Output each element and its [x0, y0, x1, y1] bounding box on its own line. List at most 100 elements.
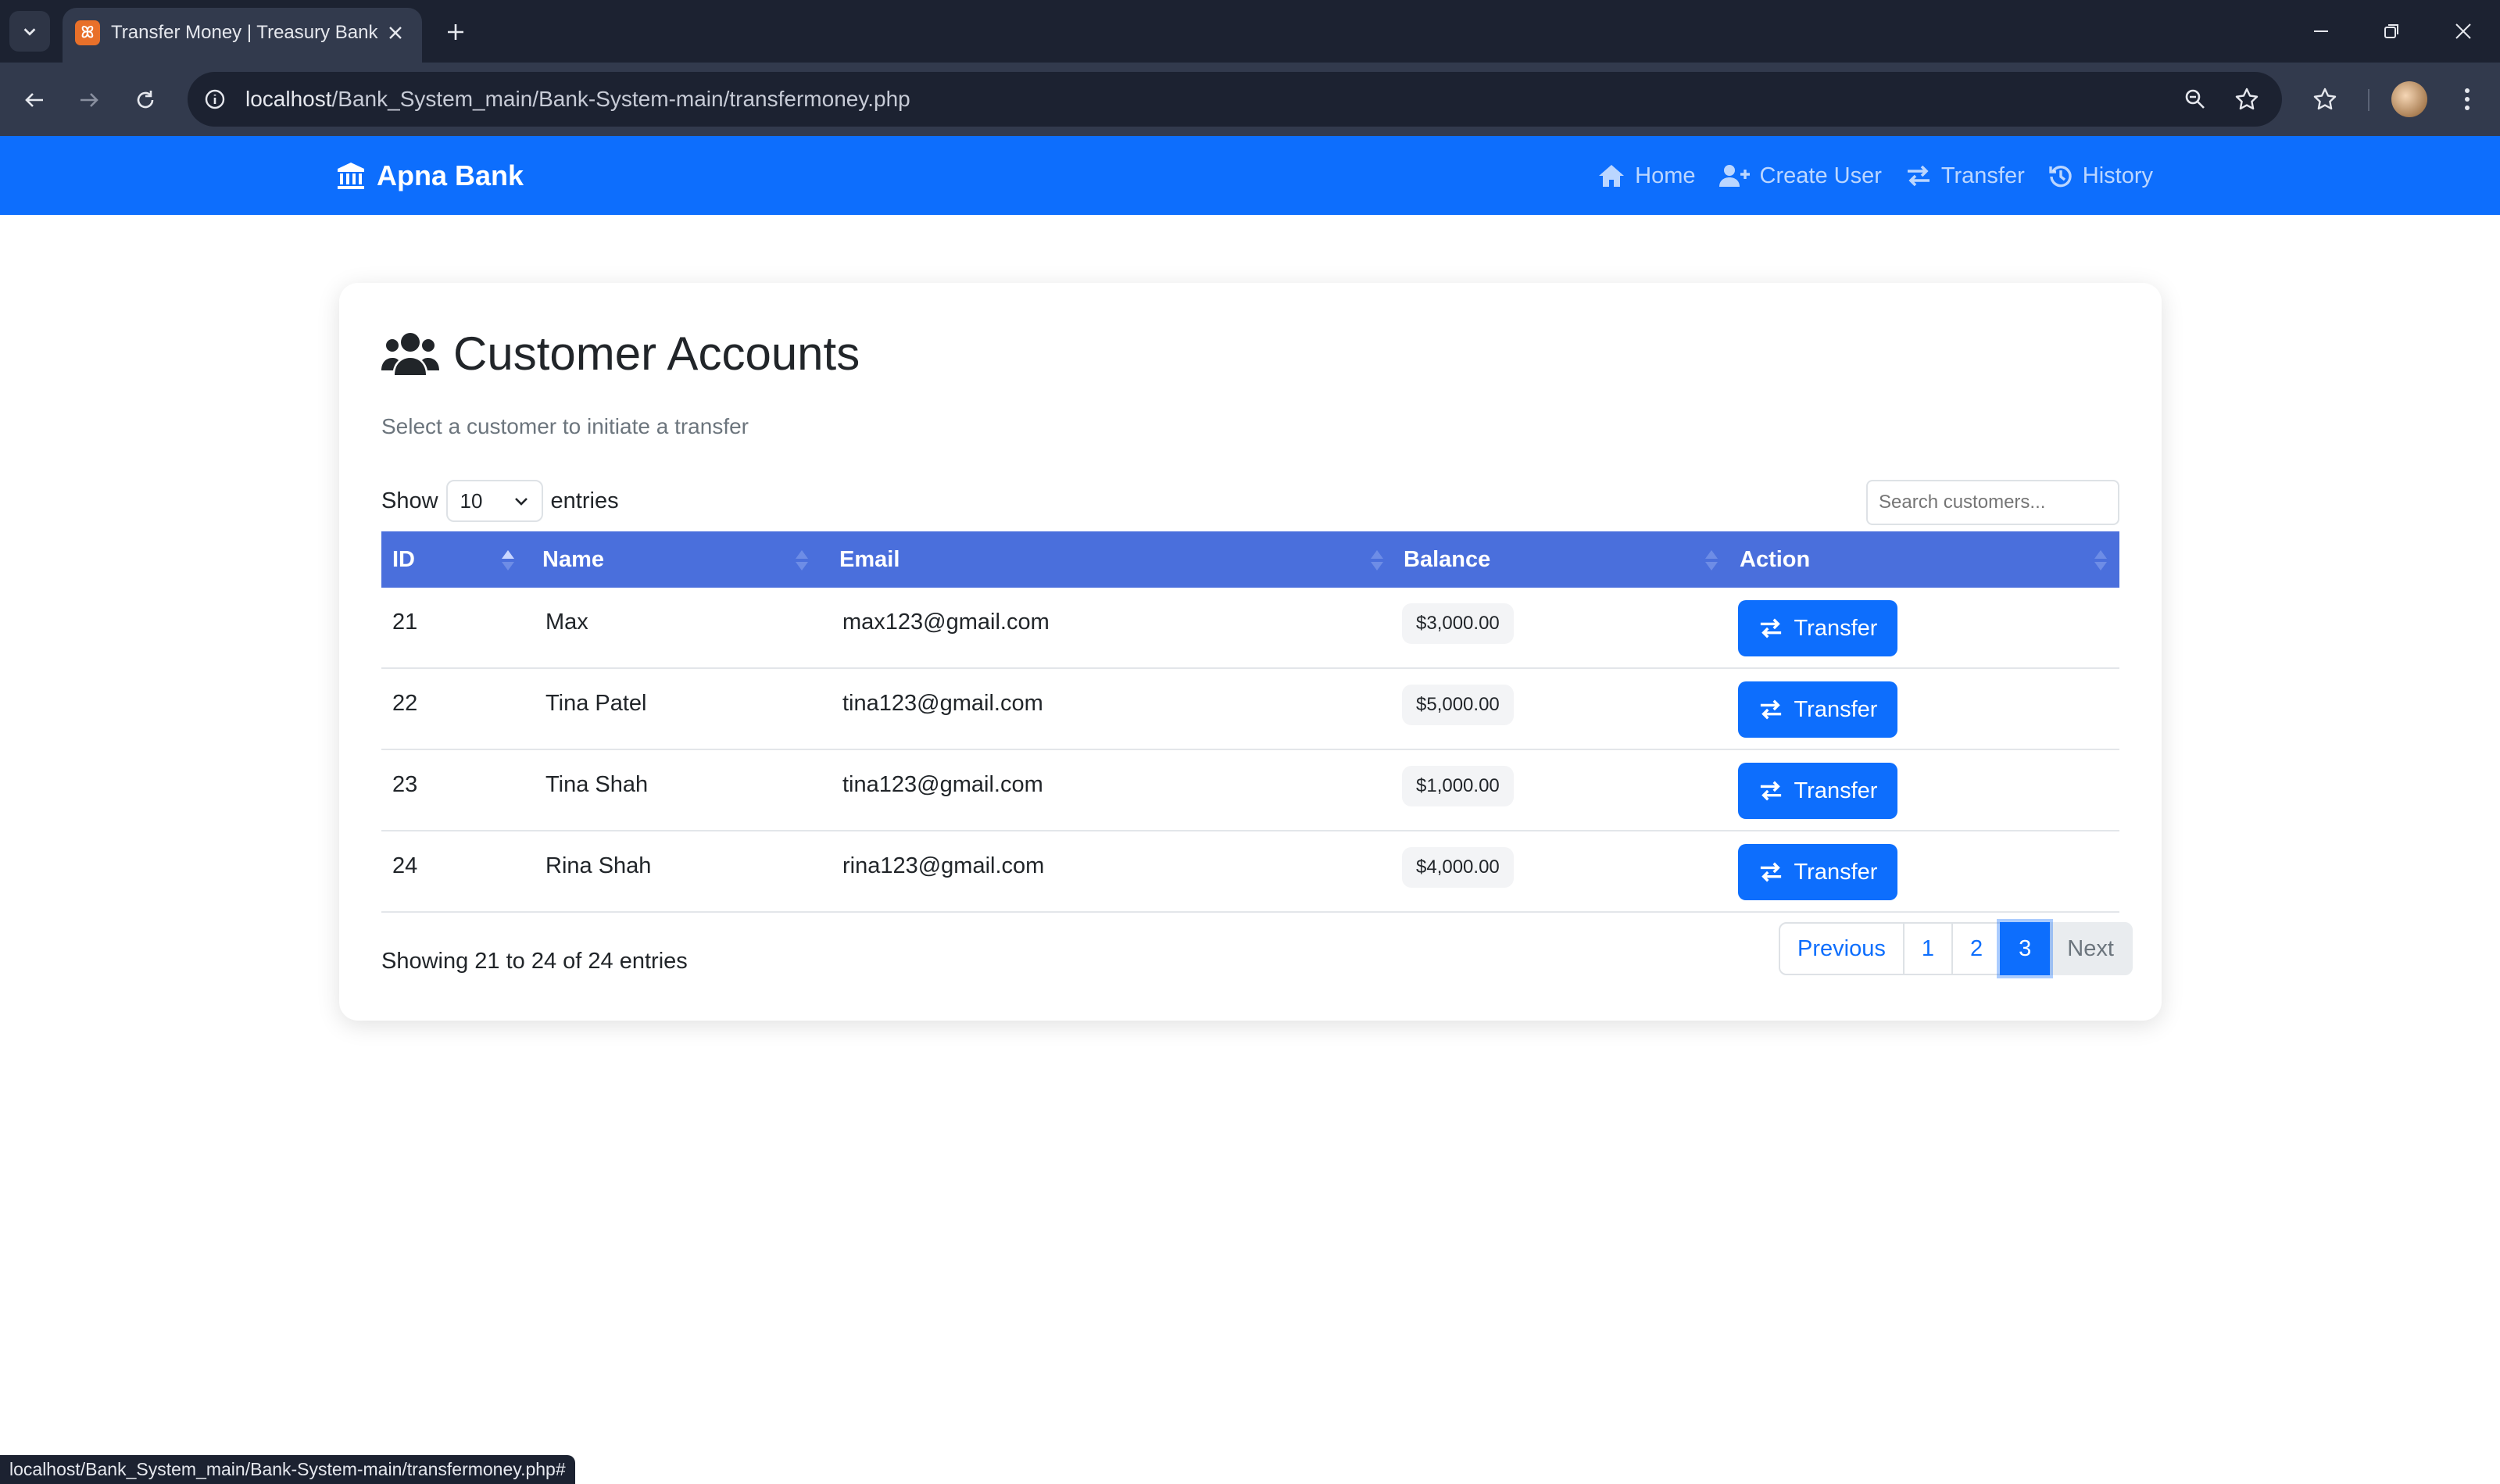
minimize-icon [2314, 30, 2328, 32]
nav-link-label: Create User [1759, 163, 1882, 188]
pagination-page-2[interactable]: 2 [1951, 922, 2002, 975]
balance-badge: $1,000.00 [1402, 766, 1514, 806]
search-input[interactable] [1866, 480, 2119, 525]
restore-icon [2384, 24, 2398, 38]
cell-id: 21 [392, 610, 418, 635]
cell-name: Tina Shah [545, 772, 649, 797]
cell-name: Tina Patel [545, 691, 647, 716]
chevron-down-icon [23, 28, 36, 36]
pagination-previous[interactable]: Previous [1779, 922, 1905, 975]
brand-name: Apna Bank [377, 159, 524, 191]
users-icon [381, 333, 439, 375]
cell-id: 24 [392, 853, 418, 878]
bank-icon [338, 163, 364, 189]
card-title-text: Customer Accounts [453, 327, 860, 380]
cell-email: tina123@gmail.com [842, 772, 1043, 797]
nav-link-label: History [2082, 163, 2153, 188]
browser-menu-kebab-icon[interactable] [2446, 78, 2488, 120]
back-button[interactable] [14, 80, 55, 120]
reload-icon [137, 91, 154, 109]
sort-ascending-icon [502, 550, 514, 570]
pagination-page-3-active[interactable]: 3 [2000, 922, 2051, 975]
new-tab-button[interactable] [438, 14, 474, 50]
nav-link-history[interactable]: History [2048, 163, 2153, 189]
column-header-name[interactable]: Name [542, 531, 604, 588]
customers-table: ID Name Email Balance Action 21 Max max1… [381, 531, 2119, 913]
page-title: Customer Accounts [381, 322, 860, 384]
window-minimize-button[interactable] [2298, 11, 2344, 52]
tab-title: Transfer Money | Treasury Bank [111, 22, 378, 43]
zoom-icon[interactable] [2179, 83, 2212, 116]
entries-select[interactable]: 10 [445, 480, 543, 522]
exchange-icon [1760, 781, 1781, 801]
exchange-icon [1760, 699, 1781, 720]
balance-badge: $5,000.00 [1402, 685, 1514, 725]
transfer-button[interactable]: Transfer [1738, 600, 1897, 656]
cell-id: 23 [392, 772, 418, 797]
column-header-balance[interactable]: Balance [1404, 531, 1490, 588]
window-close-button[interactable] [2440, 11, 2487, 52]
nav-links: Home Create User Transfer History [1574, 156, 2153, 195]
exchange-icon [1907, 165, 1930, 187]
nav-link-transfer[interactable]: Transfer [1905, 163, 2025, 189]
transfer-button-label: Transfer [1794, 778, 1878, 803]
plus-icon [448, 24, 463, 40]
xampp-favicon-icon: ꕤ [75, 20, 100, 45]
table-row: 24 Rina Shah rina123@gmail.com $4,000.00… [381, 831, 2119, 913]
nav-link-create-user[interactable]: Create User [1719, 163, 1882, 189]
balance-badge: $4,000.00 [1402, 847, 1514, 888]
browser-tab-active[interactable]: ꕤ Transfer Money | Treasury Bank [63, 8, 422, 63]
bookmarks-star-list-icon[interactable] [2304, 78, 2346, 120]
forward-button[interactable] [69, 80, 109, 120]
transfer-button-label: Transfer [1794, 615, 1878, 641]
column-header-email[interactable]: Email [839, 531, 899, 588]
chevron-down-icon [514, 498, 528, 506]
entries-label: entries [550, 488, 619, 513]
toolbar-divider [2368, 89, 2369, 111]
site-info-icon[interactable] [198, 83, 231, 116]
cell-id: 22 [392, 691, 418, 716]
cell-name: Rina Shah [545, 853, 652, 878]
column-header-action[interactable]: Action [1740, 531, 1810, 588]
transfer-button[interactable]: Transfer [1738, 763, 1897, 819]
exchange-icon [1760, 862, 1781, 882]
reload-button[interactable] [125, 80, 166, 120]
entries-length-control: Show 10 entries [381, 480, 619, 522]
pagination-next[interactable]: Next [2048, 922, 2133, 975]
brand-logo[interactable]: Apna Bank [336, 156, 524, 195]
balance-badge: $3,000.00 [1402, 603, 1514, 644]
url-path: /Bank_System_main/Bank-System-main/trans… [331, 87, 910, 111]
pagination-page-1[interactable]: 1 [1902, 922, 1953, 975]
link-status-bar: localhost/Bank_System_main/Bank-System-m… [0, 1455, 575, 1484]
column-header-id[interactable]: ID [392, 531, 415, 588]
table-row: 21 Max max123@gmail.com $3,000.00 Transf… [381, 588, 2119, 669]
transfer-button-label: Transfer [1794, 859, 1878, 885]
bookmark-star-icon[interactable] [2230, 83, 2263, 116]
window-restore-button[interactable] [2368, 11, 2415, 52]
transfer-button[interactable]: Transfer [1738, 681, 1897, 738]
exchange-icon [1760, 618, 1781, 638]
nav-link-home[interactable]: Home [1597, 163, 1696, 189]
address-bar[interactable]: localhost/Bank_System_main/Bank-System-m… [188, 72, 2282, 127]
history-icon [2049, 165, 2072, 188]
url-host: localhost [245, 87, 332, 111]
browser-toolbar: localhost/Bank_System_main/Bank-System-m… [0, 63, 2500, 136]
table-row: 22 Tina Patel tina123@gmail.com $5,000.0… [381, 669, 2119, 750]
tab-close-button[interactable] [383, 20, 408, 45]
column-header-label: Name [542, 546, 604, 572]
table-header: ID Name Email Balance Action [381, 531, 2119, 588]
card-subtitle: Select a customer to initiate a transfer [381, 414, 749, 438]
column-header-label: ID [392, 546, 415, 572]
app-navbar: Apna Bank Home Create User Transfer Hist… [0, 136, 2500, 215]
show-label: Show [381, 488, 438, 513]
profile-avatar[interactable] [2391, 81, 2427, 117]
transfer-button[interactable]: Transfer [1738, 844, 1897, 900]
cell-email: rina123@gmail.com [842, 853, 1045, 878]
sort-icon [1705, 550, 1718, 570]
table-info: Showing 21 to 24 of 24 entries [381, 949, 688, 974]
customer-accounts-card: Customer Accounts Select a customer to i… [339, 283, 2162, 1021]
table-row: 23 Tina Shah tina123@gmail.com $1,000.00… [381, 750, 2119, 831]
sort-icon [1371, 550, 1383, 570]
tab-search-button[interactable] [9, 11, 50, 52]
cell-name: Max [545, 610, 588, 635]
